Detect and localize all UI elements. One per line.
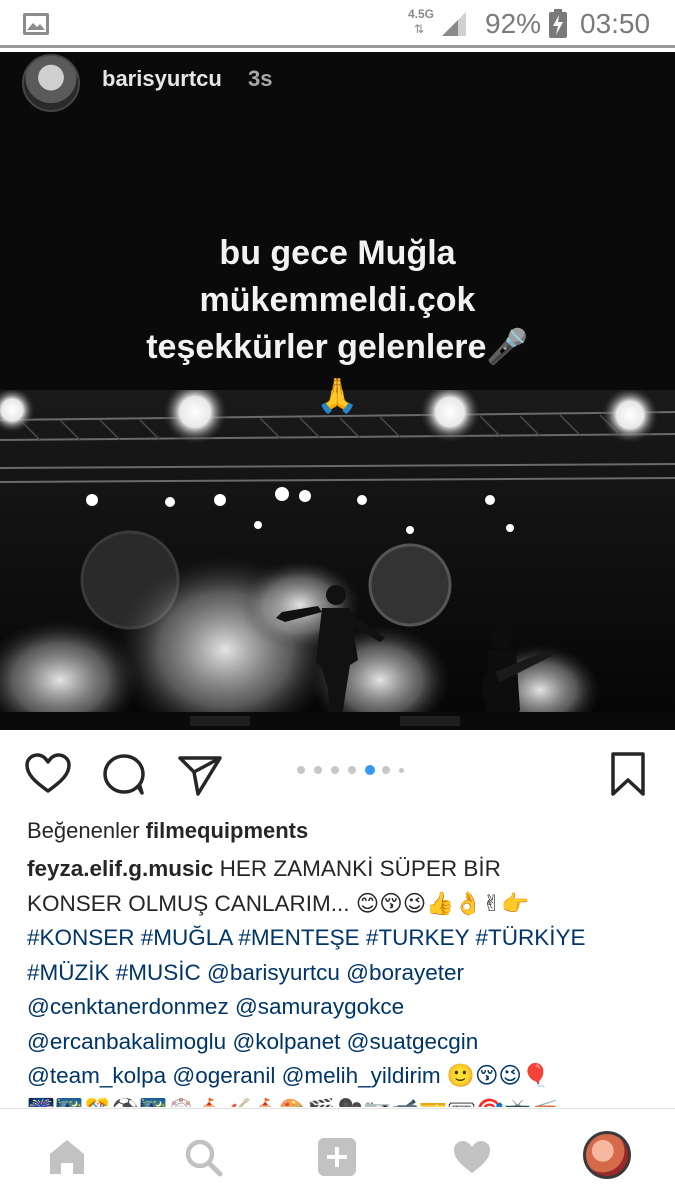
status-bar: 4.5G ⇅ 92% 03:50 <box>0 0 675 48</box>
carousel-dot <box>297 766 305 774</box>
caption-line: feyza.elif.g.music HER ZAMANKİ SÜPER BİR <box>27 852 652 887</box>
gallery-icon <box>23 13 49 35</box>
story-line: 🙏 <box>316 377 359 415</box>
network-type: 4.5G <box>408 7 435 21</box>
activity-heart-icon[interactable] <box>452 1137 492 1177</box>
story-text: bu gece Muğla mükemmeldi.çok teşekkürler… <box>0 230 675 420</box>
add-post-icon[interactable] <box>317 1137 357 1177</box>
caption-mentions[interactable]: @ercanbakalimoglu @kolpanet @suatgecgin <box>27 1025 652 1060</box>
liked-by-user[interactable]: filmequipments <box>146 818 309 843</box>
signal-icon <box>442 12 466 36</box>
concert-photo <box>0 390 675 730</box>
story-line: teşekkürler gelenlere🎤 <box>146 328 529 366</box>
heart-icon[interactable] <box>24 750 72 798</box>
carousel-dot <box>314 766 322 774</box>
status-divider <box>0 45 675 48</box>
comment-icon[interactable] <box>100 750 148 798</box>
story-line: bu gece Muğla <box>219 234 456 272</box>
battery-charging-icon <box>549 9 567 38</box>
carousel-dot-active <box>365 765 375 775</box>
caption-mentions[interactable]: @cenktanerdonmez @samuraygokce <box>27 990 652 1025</box>
share-icon[interactable] <box>176 750 224 798</box>
caption-line: KONSER OLMUŞ CANLARIM... 😊😚😉👍👌✌👉 <box>27 890 530 916</box>
post-username[interactable]: barisyurtcu <box>102 66 222 92</box>
data-arrows-icon: ⇅ <box>414 22 425 36</box>
bottom-navigation <box>0 1108 675 1201</box>
home-icon[interactable] <box>47 1137 87 1177</box>
caption-mentions[interactable]: @team_kolpa @ogeranil @melih_yildirim 🙂😚… <box>27 1059 652 1094</box>
carousel-dot <box>331 766 339 774</box>
carousel-dot <box>399 767 404 773</box>
post-caption: feyza.elif.g.music HER ZAMANKİ SÜPER BİR… <box>27 852 652 1107</box>
clock: 03:50 <box>580 8 651 39</box>
search-icon[interactable] <box>183 1137 223 1177</box>
caption-hashtags[interactable]: #MÜZİK #MUSİC @barisyurtcu @borayeter <box>27 956 652 991</box>
caption-emojis: 🎆🌃🎊⚽🌃🎡🎪🎸🎪🎨🎬🎥📷📹🎫🎟🎯📺📻 <box>27 1094 652 1108</box>
user-avatar[interactable] <box>22 54 80 112</box>
caption-text: HER ZAMANKİ SÜPER BİR <box>213 856 501 881</box>
likes-prefix: Beğenenler <box>27 818 140 843</box>
profile-avatar[interactable] <box>583 1131 631 1179</box>
caption-hashtags[interactable]: #KONSER #MUĞLA #MENTEŞE #TURKEY #TÜRKİYE <box>27 921 652 956</box>
battery-percent: 92% <box>485 8 542 39</box>
bookmark-icon[interactable] <box>604 750 652 798</box>
carousel-dot <box>382 766 390 774</box>
caption-username[interactable]: feyza.elif.g.music <box>27 856 213 881</box>
post-time: 3s <box>248 66 273 91</box>
carousel-dot <box>348 766 356 774</box>
story-line: mükemmeldi.çok <box>199 281 476 319</box>
likes-line: Beğenenler filmequipments <box>27 818 308 844</box>
